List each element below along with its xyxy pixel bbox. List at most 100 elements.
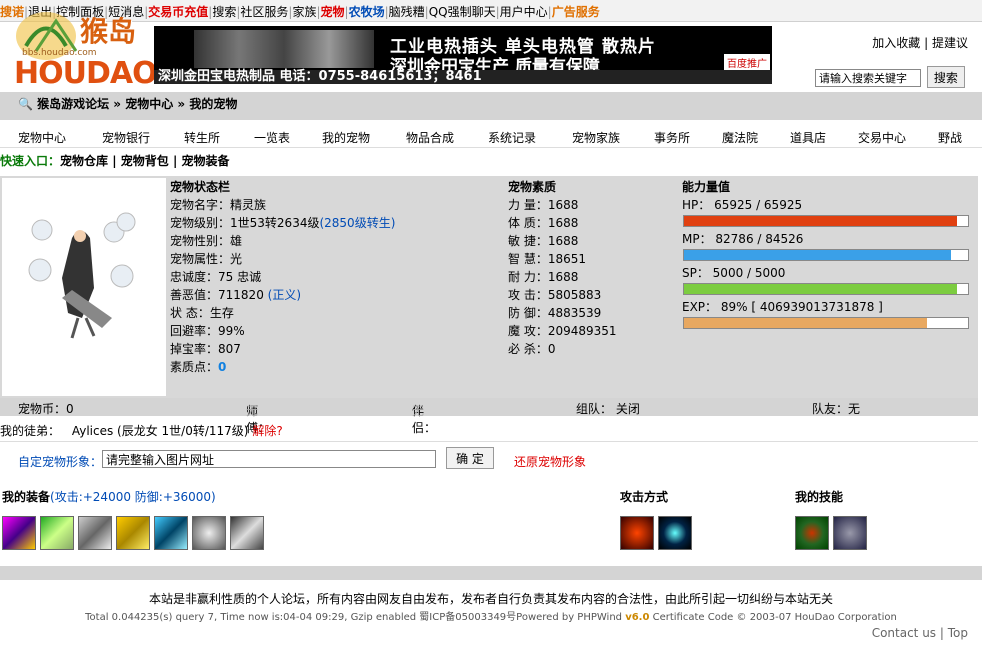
disciple-row: 我的徒弟： Aylices (辰龙女 1世/0转/117级) 解除? <box>0 422 978 442</box>
attack-skill-2-icon[interactable] <box>658 516 692 550</box>
status-value: 99% <box>218 324 245 338</box>
top-link[interactable]: Top <box>948 626 968 640</box>
ability-bar-label: SP： 5000 / 5000 <box>682 266 786 280</box>
attribute-row: 智 慧：18651 <box>508 250 680 268</box>
status-key: 善恶值： <box>170 288 219 302</box>
footer-disclaimer: 本站是非赢利性质的个人论坛，所有内容由网友自由发布，发布者自行负责其发布内容的合… <box>148 592 833 606</box>
nav-item-4[interactable]: 一览表 <box>254 129 290 146</box>
top-link-qq-chat[interactable]: QQ强制聊天 <box>429 5 496 19</box>
site-logo[interactable]: 猴岛 bbs.houdao.com HOUDAO <box>6 6 158 91</box>
status-value: 75 忠诚 <box>218 270 262 284</box>
dismiss-disciple-link[interactable]: 解除? <box>252 424 282 438</box>
contact-us-link[interactable]: Contact us <box>872 626 936 640</box>
status-link[interactable]: (正义) <box>268 288 301 302</box>
ad-tag[interactable]: 百度推广 <box>724 54 770 71</box>
top-link-recharge[interactable]: 交易币充值 <box>148 5 208 19</box>
pet-info-bar: 宠物币：0 师傅：无 伴侣：无 组队： 关闭 队友：无 <box>0 398 978 435</box>
attribute-value: 18651 <box>547 252 587 266</box>
top-link-search[interactable]: 搜索 <box>212 5 236 19</box>
nav-item-9[interactable]: 事务所 <box>654 129 690 146</box>
status-row: 掉宝率：807 <box>170 340 506 358</box>
pet-coins: 宠物币：0 <box>18 402 74 416</box>
nav-item-5[interactable]: 我的宠物 <box>322 129 370 146</box>
nav-item-3[interactable]: 转生所 <box>184 129 220 146</box>
nav-item-1[interactable]: 宠物中心 <box>18 129 66 146</box>
add-favorite-link[interactable]: 加入收藏 <box>872 36 920 50</box>
partner-value: 无 <box>412 404 425 418</box>
attribute-row: 耐 力：1688 <box>508 268 680 286</box>
ad-banner[interactable]: 工业电热插头 单头电热管 散热片 深圳金田宝生产 质量有保障 百度推广 深圳金田… <box>154 26 772 84</box>
footer-divider <box>0 566 982 580</box>
logo-en-text: HOUDAO <box>14 56 158 91</box>
equip-slot-3-icon[interactable] <box>78 516 112 550</box>
quick-link-warehouse[interactable]: 宠物仓库 <box>60 154 108 168</box>
breadcrumb-text[interactable]: 猴岛游戏论坛 » 宠物中心 » 我的宠物 <box>37 97 237 111</box>
status-row: 状 态：生存 <box>170 304 506 322</box>
attribute-key: 智 慧： <box>508 252 548 266</box>
ad-line-3: 深圳金田宝电热制品 电话：0755-84615613；8461 <box>154 70 772 84</box>
attribute-key: 敏 捷： <box>508 234 548 248</box>
equipment-stats: (攻击:+24000 防御:+36000) <box>50 490 216 504</box>
quick-link-backpack[interactable]: 宠物背包 <box>121 154 169 168</box>
equip-slot-2-icon[interactable] <box>40 516 74 550</box>
equip-slot-1-icon[interactable] <box>2 516 36 550</box>
footer-copyright: Certificate Code © 2003-07 HouDao Corpor… <box>649 612 897 623</box>
nav-item-8[interactable]: 宠物家族 <box>572 129 620 146</box>
equip-slot-6-icon[interactable] <box>192 516 226 550</box>
quick-link-equipment[interactable]: 宠物装备 <box>182 154 230 168</box>
attack-method-list <box>620 516 692 550</box>
restore-image-link[interactable]: 还原宠物形象 <box>514 453 586 470</box>
attribute-value: 4883539 <box>547 306 602 320</box>
attribute-row: 力 量：1688 <box>508 196 680 214</box>
top-link-farm[interactable]: 农牧场 <box>349 5 385 19</box>
disciple-value: Aylices (辰龙女 1世/0转/117级) <box>71 424 249 438</box>
ability-column: 能力量值 HP： 65925 / 65925 MP： 82786 / 84526 S… <box>682 178 976 332</box>
nav-item-10[interactable]: 魔法院 <box>722 129 758 146</box>
status-row: 宠物属性：光 <box>170 250 506 268</box>
attribute-value: 209489351 <box>547 324 617 338</box>
status-row: 素质点：0 <box>170 358 506 376</box>
nav-item-11[interactable]: 道具店 <box>790 129 826 146</box>
attribute-value: 1688 <box>547 270 579 284</box>
equip-slot-7-icon[interactable] <box>230 516 264 550</box>
suggest-link[interactable]: 提建议 <box>932 36 968 50</box>
breadcrumb: 🔍 猴岛游戏论坛 » 宠物中心 » 我的宠物 <box>0 92 982 120</box>
ability-bar-fill <box>684 250 952 260</box>
top-link-user-center[interactable]: 用户中心 <box>500 5 548 19</box>
skill-2-icon[interactable] <box>833 516 867 550</box>
nav-item-7[interactable]: 系统记录 <box>488 129 536 146</box>
search-button[interactable]: 搜索 <box>926 66 965 88</box>
top-link-brain[interactable]: 脑残糟 <box>389 5 425 19</box>
equip-slot-4-icon[interactable] <box>116 516 150 550</box>
search-input[interactable] <box>815 68 921 87</box>
top-link-pet[interactable]: 宠物 <box>321 5 345 19</box>
footer-stats: Total 0.044235(s) query 7, Time now is:0… <box>0 608 982 623</box>
ability-bar <box>683 317 969 329</box>
logo-cn-text: 猴岛 <box>80 15 137 48</box>
pet-status-column: 宠物状态栏 宠物名字：精灵族 宠物级别：1世53转2634级(2850级转生) 宠物… <box>170 178 506 376</box>
confirm-button[interactable]: 确 定 <box>446 447 494 469</box>
nav-item-12[interactable]: 交易中心 <box>858 129 906 146</box>
top-link-community[interactable]: 社区服务 <box>240 5 288 19</box>
skill-1-icon[interactable] <box>795 516 829 550</box>
ability-bar-fill <box>684 318 927 328</box>
status-value: 雄 <box>230 234 243 248</box>
equip-slot-5-icon[interactable] <box>154 516 188 550</box>
top-link-ad-service[interactable]: 广告服务 <box>552 5 600 19</box>
status-value: 1世53转2634级 <box>230 216 320 230</box>
attribute-key: 耐 力： <box>508 270 548 284</box>
status-key: 回避率： <box>170 324 219 338</box>
quick-entry: 快速入口：宠物仓库 | 宠物背包 | 宠物装备 <box>0 154 230 168</box>
status-row: 宠物级别：1世53转2634级(2850级转生) <box>170 214 506 232</box>
nav-item-6[interactable]: 物品合成 <box>406 129 454 146</box>
nav-item-13[interactable]: 野战 <box>938 129 962 146</box>
top-link-family[interactable]: 家族 <box>292 5 316 19</box>
teammates: 队友：无 <box>812 402 861 416</box>
custom-image-url-input[interactable] <box>102 450 436 468</box>
attack-skill-1-icon[interactable] <box>620 516 654 550</box>
status-link[interactable]: (2850级转生) <box>319 216 395 230</box>
status-points-value[interactable]: 0 <box>218 360 226 374</box>
status-row: 善恶值：711820 (正义) <box>170 286 506 304</box>
nav-item-2[interactable]: 宠物银行 <box>102 129 150 146</box>
pet-panel: 宠物状态栏 宠物名字：精灵族 宠物级别：1世53转2634级(2850级转生) 宠物… <box>0 176 978 398</box>
